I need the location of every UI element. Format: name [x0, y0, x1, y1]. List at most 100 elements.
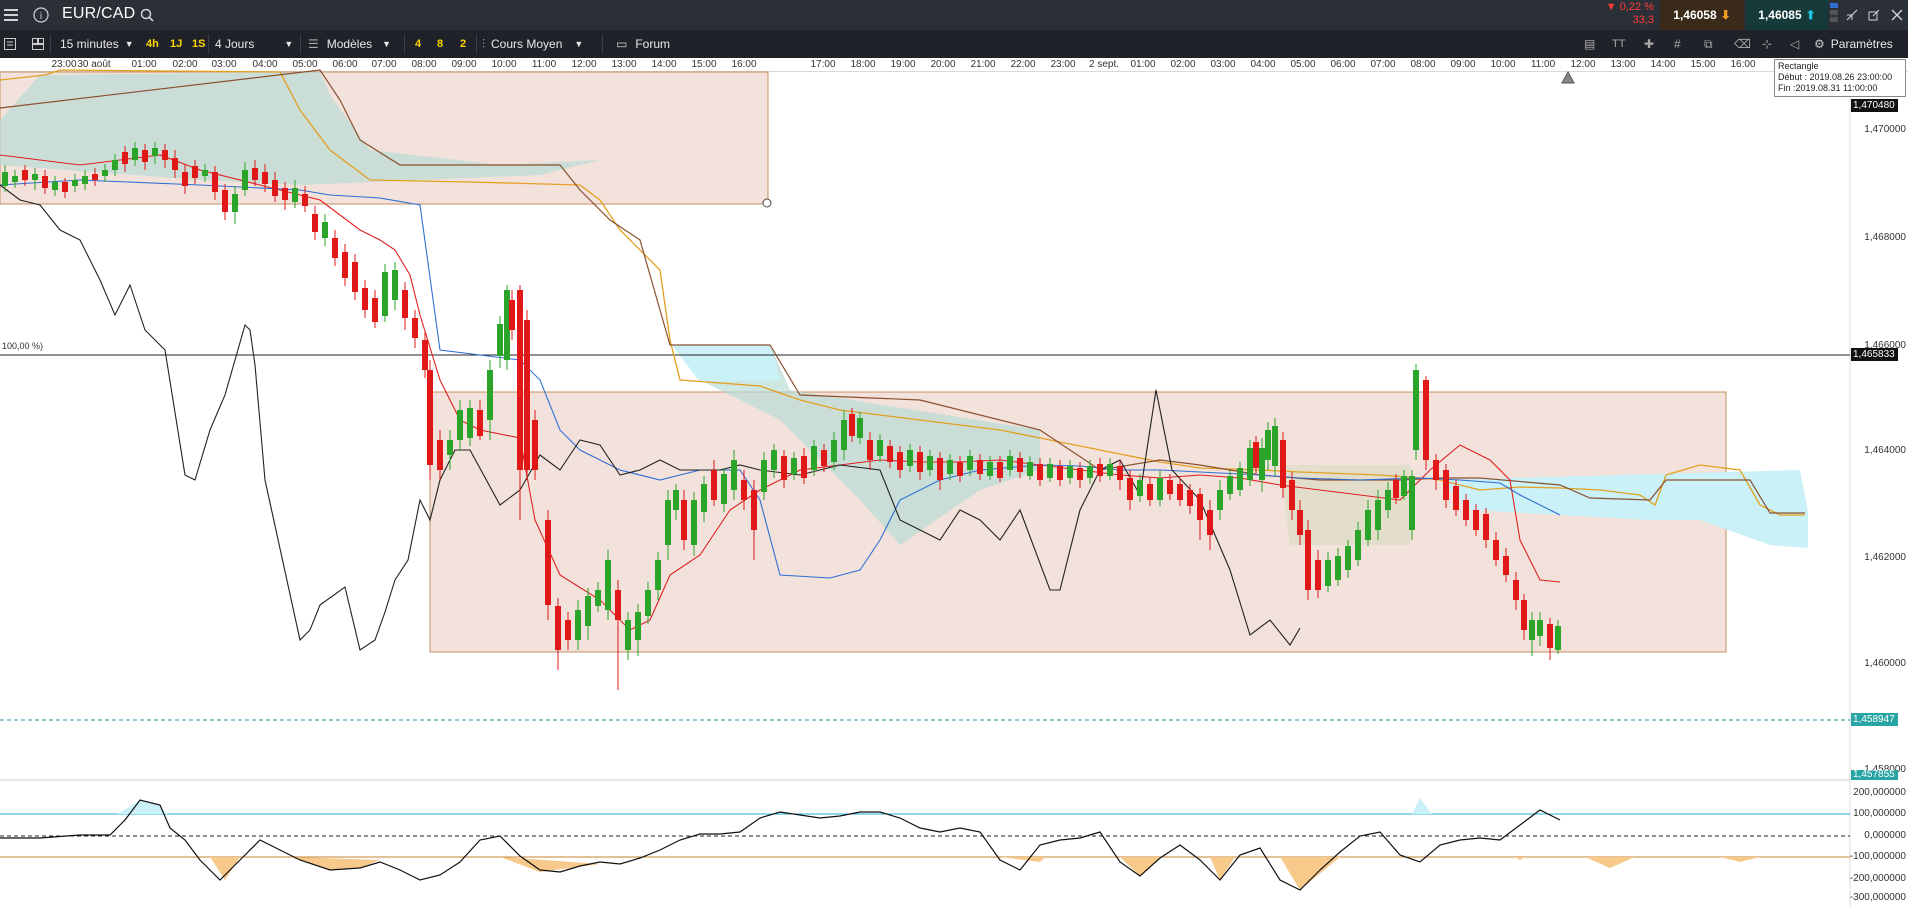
forum-label: Forum — [635, 37, 671, 51]
candle-body — [877, 440, 883, 456]
candle-body — [142, 150, 148, 162]
candle-body — [625, 620, 631, 650]
time-tick: 13:00 — [1610, 59, 1636, 70]
candle-body — [1217, 490, 1223, 510]
time-tick: 20:00 — [930, 59, 956, 70]
candle-body — [1147, 484, 1153, 500]
time-tick: 04:00 — [252, 59, 278, 70]
candle-body — [771, 450, 777, 470]
tag-icon[interactable]: ◁ — [1790, 30, 1799, 58]
cci-tick: 100,000000 — [1853, 808, 1906, 819]
crosshair-icon[interactable]: ✚ — [1644, 30, 1654, 58]
candle-body — [1017, 458, 1023, 472]
candle-body — [1305, 530, 1311, 590]
interval-4h-button[interactable]: 4h — [146, 30, 159, 58]
bell-marker-icon[interactable] — [1560, 69, 1576, 90]
candle-body — [741, 480, 747, 500]
candle-body — [1503, 556, 1509, 575]
list-icon[interactable] — [4, 30, 16, 58]
candle-body — [615, 590, 621, 620]
settings-button[interactable]: ⚙ Paramètres — [1814, 30, 1893, 58]
sliders-icon: ☰ — [308, 37, 319, 51]
symbol-name[interactable]: EUR/CAD — [62, 5, 135, 23]
layout-8-button[interactable]: 8 — [437, 30, 443, 58]
text-tool-icon[interactable]: TT — [1612, 30, 1625, 58]
ask-price: 1,46085 — [1758, 8, 1802, 22]
models-button[interactable]: ☰ Modèles ▼ — [308, 30, 391, 58]
tooltip-end: Fin :2019.08.31 11:00:00 — [1778, 83, 1878, 93]
time-tick: 01:00 — [131, 59, 157, 70]
price-type-label: Cours Moyen — [491, 37, 563, 51]
candle-body — [701, 484, 707, 512]
menu-icon[interactable] — [0, 0, 22, 30]
candle-body — [595, 590, 601, 606]
time-tick: 03:00 — [211, 59, 237, 70]
range-label: 4 Jours — [215, 37, 255, 51]
ruler-icon[interactable]: ▤ — [1584, 30, 1595, 58]
candle-body — [182, 172, 188, 186]
depth-icon[interactable] — [1828, 0, 1840, 30]
candle-body — [252, 168, 258, 180]
candle-body — [52, 182, 58, 190]
candle-body — [1207, 510, 1213, 535]
time-tick: 2 sept. — [1088, 59, 1120, 70]
eraser-icon[interactable]: ⌫ — [1734, 30, 1751, 58]
candle-body — [635, 612, 641, 640]
range-select[interactable]: 4 Jours ▼ — [215, 30, 293, 58]
close-icon[interactable] — [1886, 0, 1908, 30]
time-tick: 13:00 — [611, 59, 637, 70]
chikou-line — [0, 184, 1301, 651]
candle-body — [1521, 600, 1527, 630]
time-tick: 08:00 — [1410, 59, 1436, 70]
candle-body — [1443, 470, 1449, 500]
candle-body — [1401, 476, 1407, 496]
candle-body — [272, 180, 278, 196]
candle-body — [1325, 560, 1331, 586]
candle-body — [292, 188, 298, 202]
chevron-down-icon: ▼ — [574, 39, 584, 49]
candle-body — [422, 340, 428, 370]
copy-icon[interactable]: ⧉ — [1704, 30, 1713, 58]
candle-body — [555, 606, 561, 650]
candle-body — [1077, 468, 1083, 480]
candle-body — [402, 290, 408, 318]
price-tick: 1,470000 — [1864, 124, 1906, 135]
interval-select[interactable]: 15 minutes ▼ — [60, 30, 134, 58]
interval-1s-button[interactable]: 1S — [192, 30, 205, 58]
layout-icon[interactable] — [32, 30, 44, 58]
ask-price-button[interactable]: 1,46085 ⬆ — [1746, 0, 1828, 30]
candle-body — [673, 490, 679, 510]
time-tick: 22:00 — [1010, 59, 1036, 70]
bid-arrow-icon: ⬇ — [1720, 8, 1731, 22]
candle-body — [497, 324, 503, 356]
layout-2-button[interactable]: 2 — [460, 30, 466, 58]
layout-4-button[interactable]: 4 — [415, 30, 421, 58]
grid-icon[interactable]: # — [1674, 30, 1681, 58]
interval-1j-button[interactable]: 1J — [170, 30, 182, 58]
candle-body — [821, 450, 827, 466]
time-tick: 05:00 — [292, 59, 318, 70]
candle-body — [1433, 460, 1439, 480]
candle-body — [1027, 462, 1033, 476]
popout-icon[interactable] — [1864, 0, 1884, 30]
candle-body — [362, 288, 368, 310]
price-type-select[interactable]: ⫶ Cours Moyen ▼ — [482, 30, 583, 58]
candle-body — [1297, 510, 1303, 535]
cci-fill-top — [118, 800, 168, 814]
time-axis: 23:00 30 août 01:00 02:00 03:00 04:00 05:00 06:… — [0, 58, 1908, 72]
forum-button[interactable]: ▭ Forum — [616, 30, 670, 58]
search-icon[interactable] — [137, 0, 157, 30]
time-tick: 06:00 — [332, 59, 358, 70]
collapse-icon[interactable] — [1842, 0, 1862, 30]
candle-body — [897, 452, 903, 470]
time-tick: 11:00 — [1530, 59, 1556, 70]
info-icon[interactable]: i — [30, 0, 52, 30]
candle-body — [1355, 530, 1361, 560]
candle-body — [1483, 514, 1489, 540]
bid-price-button[interactable]: 1,46058 ⬇ — [1660, 0, 1744, 30]
candle-body — [392, 270, 398, 300]
chevron-down-icon: ▼ — [284, 39, 294, 49]
time-tick: 30 août — [77, 59, 111, 70]
price-tick: 1,460000 — [1864, 658, 1906, 669]
pin-icon[interactable]: ⊹ — [1762, 30, 1772, 58]
